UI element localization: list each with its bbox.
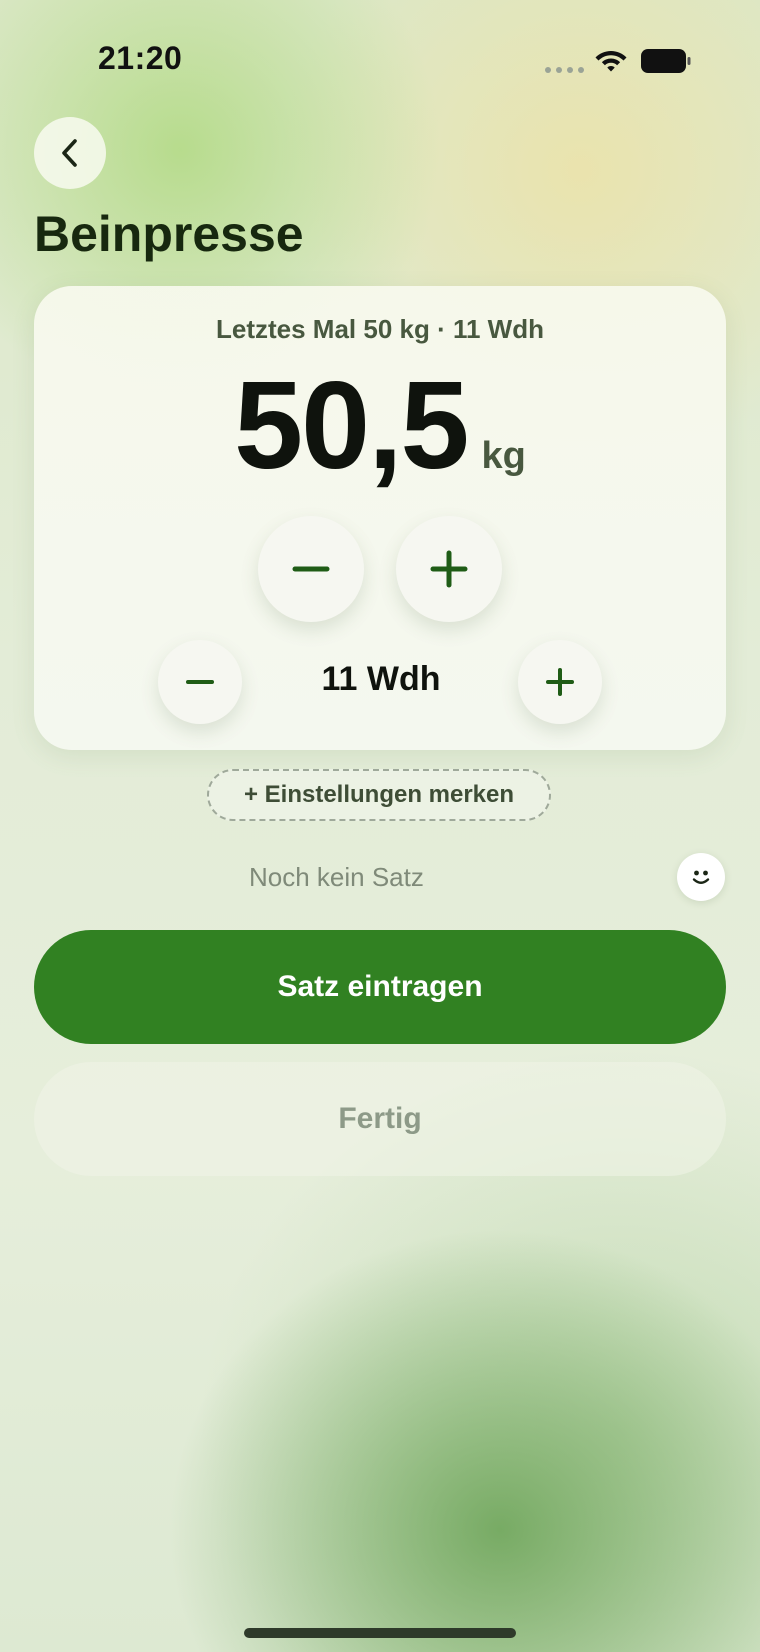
no-set-text: Noch kein Satz (249, 862, 424, 892)
weight-unit: kg (481, 435, 526, 477)
minus-icon (186, 680, 214, 684)
status-time: 21:20 (98, 40, 183, 76)
back-button[interactable] (34, 117, 106, 189)
wifi-icon (595, 51, 627, 72)
reps-increase-button[interactable] (518, 640, 602, 724)
weight-display: 50,5 kg (34, 364, 726, 488)
remember-settings-button[interactable]: + Einstellungen merken (207, 769, 551, 821)
reps-value: 11 Wdh (321, 660, 441, 698)
log-set-button[interactable]: Satz eintragen (34, 930, 726, 1044)
signal-dots-icon (545, 67, 584, 73)
plus-icon (546, 668, 574, 696)
page-title: Beinpresse (34, 206, 304, 262)
battery-icon (641, 49, 691, 73)
home-indicator (244, 1628, 516, 1638)
weight-value: 50,5 (234, 357, 469, 495)
mood-button[interactable] (677, 853, 725, 901)
chevron-left-icon (62, 139, 77, 167)
exercise-card: Letztes Mal 50 kg · 11 Wdh 50,5 kg 11 Wd… (34, 286, 726, 750)
reps-decrease-button[interactable] (158, 640, 242, 724)
plus-icon (430, 550, 468, 588)
weight-increase-button[interactable] (396, 516, 502, 622)
minus-icon (292, 566, 330, 572)
smiley-icon (692, 870, 710, 884)
done-button[interactable]: Fertig (34, 1062, 726, 1176)
last-time-text: Letztes Mal 50 kg · 11 Wdh (216, 314, 544, 344)
weight-decrease-button[interactable] (258, 516, 364, 622)
